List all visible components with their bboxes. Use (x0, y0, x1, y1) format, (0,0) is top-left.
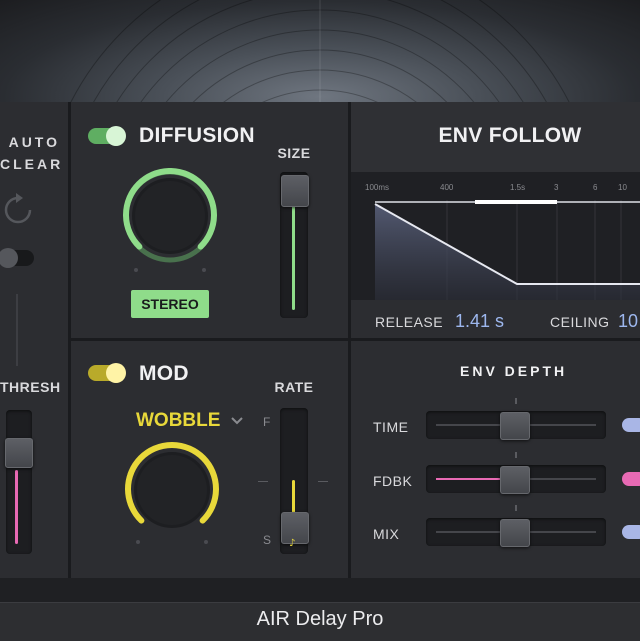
auto-clear-label-line2: CLEAR (0, 156, 64, 172)
thresh-slider-fill (15, 470, 18, 544)
auto-clear-toggle[interactable] (0, 248, 34, 268)
auto-clear-divider (16, 294, 18, 366)
ceiling-label: CEILING (550, 314, 610, 330)
mod-toggle-knob (106, 363, 126, 383)
size-slider-fill (292, 200, 295, 310)
window-title: AIR Delay Pro (256, 608, 384, 630)
size-label: SIZE (277, 145, 311, 161)
env-depth-time-center-tick (515, 398, 517, 404)
env-depth-fdbk-label: FDBK (373, 473, 413, 489)
env-depth-mix-indicator[interactable] (622, 525, 640, 539)
env-depth-title: ENV DEPTH (460, 363, 568, 379)
env-depth-mix-handle[interactable] (500, 519, 530, 547)
size-slider-handle[interactable] (281, 175, 309, 207)
mod-rate-knob[interactable] (118, 438, 226, 550)
time-tick-6: 6 (593, 183, 598, 192)
rate-tick-left (258, 481, 268, 482)
diffusion-knob[interactable] (116, 168, 224, 276)
env-depth-fdbk-center-tick (515, 452, 517, 458)
chevron-down-icon (231, 417, 243, 425)
clear-refresh-icon[interactable] (0, 190, 40, 230)
footer-strip (0, 578, 640, 602)
env-depth-mix-label: MIX (373, 526, 400, 542)
env-depth-time-indicator[interactable] (622, 418, 640, 432)
stereo-mode-button[interactable]: STEREO (131, 290, 209, 318)
mod-shape-value: WOBBLE (136, 410, 221, 431)
auto-clear-label-line1: AUTO (8, 134, 60, 150)
rate-fast-label: F (263, 415, 271, 429)
env-depth-fdbk-handle[interactable] (500, 466, 530, 494)
mod-shape-dropdown[interactable]: WOBBLE (136, 410, 244, 432)
env-depth-fdbk-fill (436, 478, 506, 480)
env-depth-fdbk-indicator[interactable] (622, 472, 640, 486)
env-depth-time-handle[interactable] (500, 412, 530, 440)
time-tick-400: 400 (440, 183, 454, 192)
header-backdrop (0, 0, 640, 102)
mod-enable-toggle[interactable] (88, 363, 126, 383)
diffusion-enable-toggle[interactable] (88, 126, 126, 146)
time-tick-10: 10 (618, 183, 627, 192)
thresh-label: THRESH (0, 379, 61, 395)
release-value[interactable]: 1.41 s (455, 311, 504, 332)
ceiling-value[interactable]: 10 (618, 311, 640, 332)
rate-tick-right (318, 481, 328, 482)
rate-slow-label: S (263, 533, 272, 547)
time-tick-3: 3 (554, 183, 559, 192)
env-follow-title: ENV FOLLOW (438, 124, 582, 147)
env-depth-mix-center-tick (515, 505, 517, 511)
diffusion-title: DIFFUSION (139, 124, 255, 147)
mod-title: MOD (139, 362, 189, 385)
rate-label: RATE (274, 379, 314, 395)
diffusion-toggle-knob (106, 126, 126, 146)
auto-clear-toggle-knob (0, 248, 18, 268)
release-label: RELEASE (375, 314, 444, 330)
thresh-slider-handle[interactable] (5, 438, 33, 468)
time-tick-1-5s: 1.5s (510, 183, 526, 192)
thresh-slider-track[interactable] (6, 410, 32, 554)
backdrop-rings (70, 0, 570, 102)
rate-sync-note-icon: ♪ (289, 538, 296, 549)
time-tick-100ms: 100ms (365, 183, 390, 192)
env-depth-time-label: TIME (373, 419, 409, 435)
